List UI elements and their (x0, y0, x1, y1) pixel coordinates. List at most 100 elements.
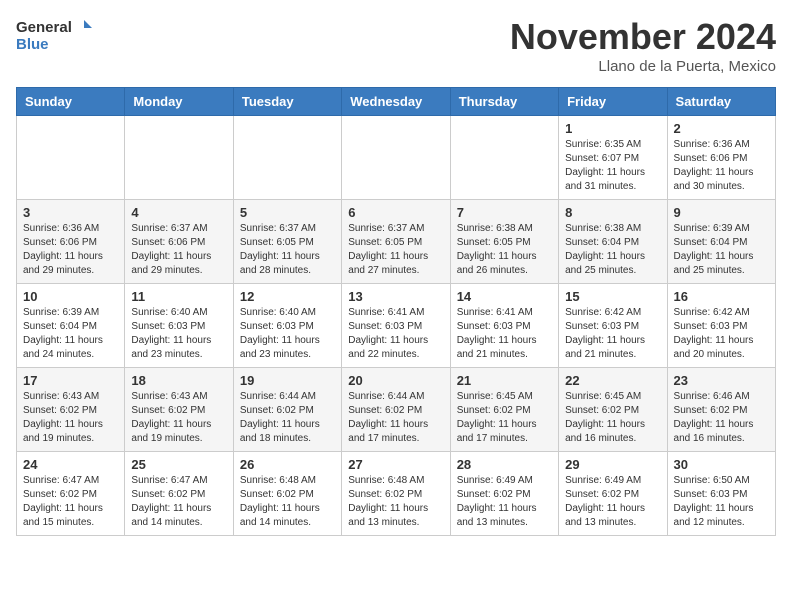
calendar-cell: 30Sunrise: 6:50 AM Sunset: 6:03 PM Dayli… (667, 452, 775, 536)
calendar-cell: 22Sunrise: 6:45 AM Sunset: 6:02 PM Dayli… (559, 368, 667, 452)
day-info: Sunrise: 6:44 AM Sunset: 6:02 PM Dayligh… (240, 390, 335, 446)
day-number: 22 (565, 373, 660, 388)
calendar: SundayMondayTuesdayWednesdayThursdayFrid… (16, 87, 776, 536)
calendar-cell: 20 Sunrise: 6:44 AM Sunset: 6:02 PM Dayli… (342, 368, 450, 452)
day-number: 21 (457, 373, 552, 388)
day-info: Sunrise: 6:37 AM Sunset: 6:05 PM Dayligh… (348, 222, 443, 278)
day-number: 28 (457, 457, 552, 472)
calendar-cell: 14 Sunrise: 6:41 AM Sunset: 6:03 PM Dayli… (450, 284, 558, 368)
calendar-cell: 15Sunrise: 6:42 AM Sunset: 6:03 PM Dayli… (559, 284, 667, 368)
day-number: 5 (240, 205, 335, 220)
column-header-sunday: Sunday (17, 88, 125, 116)
day-number: 3 (23, 205, 118, 220)
day-number: 17 (23, 373, 118, 388)
day-number: 10 (23, 289, 118, 304)
svg-text:General: General (16, 19, 72, 36)
calendar-cell: 12 Sunrise: 6:40 AM Sunset: 6:03 PM Dayli… (233, 284, 341, 368)
calendar-cell: 29 Sunrise: 6:49 AM Sunset: 6:02 PM Dayli… (559, 452, 667, 536)
calendar-cell: 2 Sunrise: 6:36 AM Sunset: 6:06 PM Daylig… (667, 116, 775, 200)
calendar-cell: 24 Sunrise: 6:47 AM Sunset: 6:02 PM Dayli… (17, 452, 125, 536)
day-info: Sunrise: 6:38 AM Sunset: 6:04 PM Dayligh… (565, 222, 660, 278)
calendar-cell: 11 Sunrise: 6:40 AM Sunset: 6:03 PM Dayli… (125, 284, 233, 368)
day-number: 30 (674, 457, 769, 472)
day-number: 7 (457, 205, 552, 220)
calendar-cell: 19 Sunrise: 6:44 AM Sunset: 6:02 PM Dayli… (233, 368, 341, 452)
calendar-cell (125, 116, 233, 200)
day-number: 8 (565, 205, 660, 220)
day-info: Sunrise: 6:49 AM Sunset: 6:02 PM Dayligh… (457, 474, 552, 530)
day-info: Sunrise: 6:37 AM Sunset: 6:06 PM Dayligh… (131, 222, 226, 278)
day-number: 24 (23, 457, 118, 472)
calendar-cell (233, 116, 341, 200)
day-info: Sunrise: 6:35 AM Sunset: 6:07 PM Dayligh… (565, 138, 660, 194)
calendar-cell: 21 Sunrise: 6:45 AM Sunset: 6:02 PM Dayli… (450, 368, 558, 452)
page-header: General Blue November 2024 Llano de la P… (16, 16, 776, 75)
day-number: 6 (348, 205, 443, 220)
title-block: November 2024 Llano de la Puerta, Mexico (510, 16, 776, 75)
day-number: 19 (240, 373, 335, 388)
day-number: 11 (131, 289, 226, 304)
day-number: 25 (131, 457, 226, 472)
logo-svg: General Blue (16, 16, 96, 58)
calendar-cell: 27 Sunrise: 6:48 AM Sunset: 6:02 PM Dayli… (342, 452, 450, 536)
day-number: 2 (674, 121, 769, 136)
day-info: Sunrise: 6:47 AM Sunset: 6:02 PM Dayligh… (23, 474, 118, 530)
day-info: Sunrise: 6:41 AM Sunset: 6:03 PM Dayligh… (457, 306, 552, 362)
calendar-cell: 23 Sunrise: 6:46 AM Sunset: 6:02 PM Dayli… (667, 368, 775, 452)
day-number: 16 (674, 289, 769, 304)
day-info: Sunrise: 6:45 AM Sunset: 6:02 PM Dayligh… (457, 390, 552, 446)
day-number: 4 (131, 205, 226, 220)
day-info: Sunrise: 6:43 AM Sunset: 6:02 PM Dayligh… (23, 390, 118, 446)
logo: General Blue (16, 16, 96, 58)
calendar-cell (342, 116, 450, 200)
day-number: 13 (348, 289, 443, 304)
calendar-cell (17, 116, 125, 200)
column-header-thursday: Thursday (450, 88, 558, 116)
day-number: 29 (565, 457, 660, 472)
calendar-cell: 13 Sunrise: 6:41 AM Sunset: 6:03 PM Dayli… (342, 284, 450, 368)
day-info: Sunrise: 6:36 AM Sunset: 6:06 PM Dayligh… (23, 222, 118, 278)
day-info: Sunrise: 6:46 AM Sunset: 6:02 PM Dayligh… (674, 390, 769, 446)
calendar-cell: 25Sunrise: 6:47 AM Sunset: 6:02 PM Dayli… (125, 452, 233, 536)
calendar-cell: 6 Sunrise: 6:37 AM Sunset: 6:05 PM Daylig… (342, 200, 450, 284)
column-header-monday: Monday (125, 88, 233, 116)
calendar-cell: 1 Sunrise: 6:35 AM Sunset: 6:07 PM Daylig… (559, 116, 667, 200)
day-number: 1 (565, 121, 660, 136)
calendar-cell: 18 Sunrise: 6:43 AM Sunset: 6:02 PM Dayli… (125, 368, 233, 452)
day-number: 20 (348, 373, 443, 388)
calendar-cell: 16 Sunrise: 6:42 AM Sunset: 6:03 PM Dayli… (667, 284, 775, 368)
calendar-cell: 10 Sunrise: 6:39 AM Sunset: 6:04 PM Dayli… (17, 284, 125, 368)
day-number: 9 (674, 205, 769, 220)
day-info: Sunrise: 6:42 AM Sunset: 6:03 PM Dayligh… (674, 306, 769, 362)
day-info: Sunrise: 6:49 AM Sunset: 6:02 PM Dayligh… (565, 474, 660, 530)
day-info: Sunrise: 6:42 AM Sunset: 6:03 PM Dayligh… (565, 306, 660, 362)
day-info: Sunrise: 6:37 AM Sunset: 6:05 PM Dayligh… (240, 222, 335, 278)
day-info: Sunrise: 6:48 AM Sunset: 6:02 PM Dayligh… (348, 474, 443, 530)
day-number: 27 (348, 457, 443, 472)
day-number: 26 (240, 457, 335, 472)
calendar-cell: 17 Sunrise: 6:43 AM Sunset: 6:02 PM Dayli… (17, 368, 125, 452)
day-info: Sunrise: 6:41 AM Sunset: 6:03 PM Dayligh… (348, 306, 443, 362)
day-info: Sunrise: 6:44 AM Sunset: 6:02 PM Dayligh… (348, 390, 443, 446)
calendar-cell: 9 Sunrise: 6:39 AM Sunset: 6:04 PM Daylig… (667, 200, 775, 284)
day-number: 12 (240, 289, 335, 304)
svg-text:Blue: Blue (16, 36, 49, 53)
day-info: Sunrise: 6:39 AM Sunset: 6:04 PM Dayligh… (23, 306, 118, 362)
day-info: Sunrise: 6:39 AM Sunset: 6:04 PM Dayligh… (674, 222, 769, 278)
day-info: Sunrise: 6:36 AM Sunset: 6:06 PM Dayligh… (674, 138, 769, 194)
month-title: November 2024 (510, 16, 776, 58)
calendar-cell: 28 Sunrise: 6:49 AM Sunset: 6:02 PM Dayli… (450, 452, 558, 536)
day-number: 14 (457, 289, 552, 304)
column-header-wednesday: Wednesday (342, 88, 450, 116)
day-info: Sunrise: 6:40 AM Sunset: 6:03 PM Dayligh… (131, 306, 226, 362)
column-header-friday: Friday (559, 88, 667, 116)
day-number: 23 (674, 373, 769, 388)
calendar-cell: 3 Sunrise: 6:36 AM Sunset: 6:06 PM Daylig… (17, 200, 125, 284)
day-info: Sunrise: 6:40 AM Sunset: 6:03 PM Dayligh… (240, 306, 335, 362)
column-header-tuesday: Tuesday (233, 88, 341, 116)
day-info: Sunrise: 6:38 AM Sunset: 6:05 PM Dayligh… (457, 222, 552, 278)
column-header-saturday: Saturday (667, 88, 775, 116)
calendar-cell: 26Sunrise: 6:48 AM Sunset: 6:02 PM Dayli… (233, 452, 341, 536)
day-info: Sunrise: 6:43 AM Sunset: 6:02 PM Dayligh… (131, 390, 226, 446)
day-number: 18 (131, 373, 226, 388)
